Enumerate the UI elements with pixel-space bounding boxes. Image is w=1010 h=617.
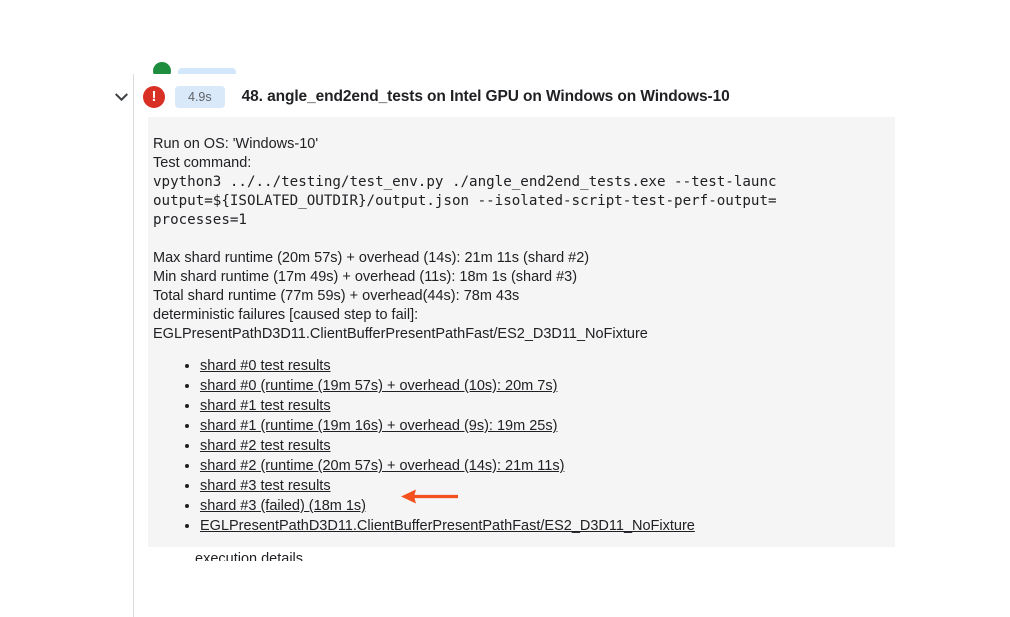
- log-command-line: output=${ISOLATED_OUTDIR}/output.json --…: [153, 193, 777, 209]
- page-title: 48. angle_end2end_tests on Intel GPU on …: [241, 88, 730, 105]
- log-text-line: Total shard runtime (77m 59s) + overhead…: [153, 288, 520, 304]
- shard-link[interactable]: shard #2 (runtime (20m 57s) + overhead (…: [200, 458, 564, 474]
- log-text-line: EGLPresentPathD3D11.ClientBufferPresentP…: [153, 326, 648, 342]
- duration-badge-placeholder: [178, 68, 236, 74]
- list-item: shard #0 test results: [200, 356, 895, 376]
- clipped-bottom-text: execution details: [195, 551, 304, 561]
- list-item: shard #1 (runtime (19m 16s) + overhead (…: [200, 416, 895, 436]
- log-text-line: Test command:: [153, 155, 252, 171]
- list-item: shard #3 (failed) (18m 1s): [200, 496, 895, 516]
- step-log-panel: Run on OS: 'Windows-10' Test command: vpyt…: [148, 117, 895, 547]
- shard-link[interactable]: shard #3 test results: [200, 478, 331, 494]
- shard-link[interactable]: shard #1 (runtime (19m 16s) + overhead (…: [200, 418, 557, 434]
- shard-link[interactable]: shard #0 (runtime (19m 57s) + overhead (…: [200, 378, 557, 394]
- log-lines: Run on OS: 'Windows-10' Test command: vpyt…: [153, 135, 895, 344]
- list-item: EGLPresentPathD3D11.ClientBufferPresentP…: [200, 516, 895, 536]
- log-blank-line: [153, 230, 895, 249]
- list-item: shard #2 test results: [200, 436, 895, 456]
- clipped-bottom-line: execution details: [148, 551, 895, 561]
- chevron-down-icon[interactable]: [110, 86, 132, 108]
- step-duration-badge: 4.9s: [175, 86, 225, 108]
- clipped-previous-step-row: [0, 0, 1010, 74]
- log-command-line: processes=1: [153, 212, 247, 228]
- list-item: shard #3 test results: [200, 476, 895, 496]
- error-icon-glyph: !: [151, 87, 157, 105]
- log-text-line: Max shard runtime (20m 57s) + overhead (…: [153, 250, 590, 266]
- step-log-content: Run on OS: 'Windows-10' Test command: vpyt…: [148, 117, 895, 536]
- list-item: shard #1 test results: [200, 396, 895, 416]
- shard-link-list: shard #0 test results shard #0 (runtime (…: [153, 356, 895, 536]
- shard-link[interactable]: shard #3 (failed) (18m 1s): [200, 498, 366, 514]
- log-text-line: Run on OS: 'Windows-10': [153, 136, 319, 152]
- log-command-line: vpython3 ../../testing/test_env.py ./ang…: [153, 174, 777, 190]
- green-check-icon: [153, 62, 171, 74]
- shard-link[interactable]: shard #2 test results: [200, 438, 331, 454]
- shard-link[interactable]: shard #1 test results: [200, 398, 331, 414]
- list-item: shard #2 (runtime (20m 57s) + overhead (…: [200, 456, 895, 476]
- shard-link[interactable]: shard #0 test results: [200, 358, 331, 374]
- list-item: shard #0 (runtime (19m 57s) + overhead (…: [200, 376, 895, 396]
- shard-link[interactable]: EGLPresentPathD3D11.ClientBufferPresentP…: [200, 518, 695, 534]
- error-icon: !: [143, 86, 165, 108]
- log-text-line: deterministic failures [caused step to f…: [153, 307, 419, 323]
- step-header-row[interactable]: ! 4.9s 48. angle_end2end_tests on Intel …: [110, 83, 730, 111]
- tree-indent-guide: [133, 74, 134, 617]
- log-text-line: Min shard runtime (17m 49s) + overhead (…: [153, 269, 578, 285]
